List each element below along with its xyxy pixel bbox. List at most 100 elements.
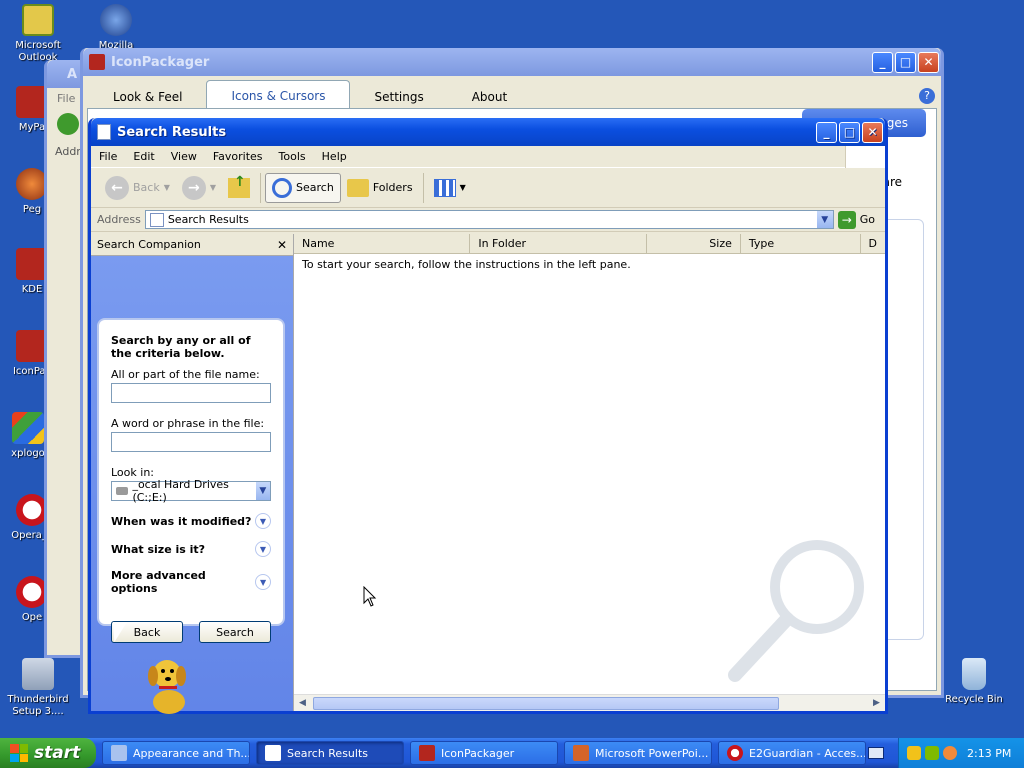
- folders-button[interactable]: Folders: [341, 175, 419, 201]
- search-window-icon: [97, 124, 111, 140]
- toolbar: ← Back ▼ → ▼ ↑ Search Folders ▼: [91, 168, 885, 208]
- menu-file[interactable]: File: [91, 150, 125, 163]
- modified-option[interactable]: When was it modified? ▼: [111, 513, 271, 529]
- address-input[interactable]: Search Results ▼: [144, 210, 834, 229]
- tab-look-and-feel[interactable]: Look & Feel: [89, 84, 206, 110]
- phrase-label: A word or phrase in the file:: [111, 417, 265, 430]
- taskbar-item-powerpoint[interactable]: Microsoft PowerPoi...: [564, 741, 712, 765]
- tab-settings[interactable]: Settings: [350, 84, 447, 110]
- recycle-bin-icon: [962, 658, 986, 690]
- keyboard-icon[interactable]: [868, 747, 884, 759]
- iconpackager-app-icon: [89, 54, 105, 70]
- views-button[interactable]: ▼: [428, 175, 472, 201]
- maximize-button[interactable]: □: [839, 121, 860, 143]
- appearance-back-icon[interactable]: [57, 113, 79, 135]
- column-type[interactable]: Type: [741, 234, 861, 253]
- close-icon[interactable]: ✕: [277, 238, 287, 252]
- file-name-label: All or part of the file name:: [111, 368, 260, 381]
- search-criteria-panel: Search by any or all of the criteria bel…: [97, 318, 285, 643]
- xplogo-icon: [12, 412, 44, 444]
- minimize-button[interactable]: _: [816, 121, 837, 143]
- opera-icon: [727, 745, 743, 761]
- search-heading: Search by any or all of the criteria bel…: [111, 334, 251, 360]
- maximize-button[interactable]: □: [895, 51, 916, 73]
- chevron-down-icon[interactable]: ▼: [255, 482, 270, 500]
- tab-about[interactable]: About: [448, 84, 531, 110]
- thunderbird-setup-icon: [22, 658, 54, 690]
- iconpackager-titlebar[interactable]: IconPackager _ □ ✕: [83, 48, 941, 76]
- menu-view[interactable]: View: [163, 150, 205, 163]
- expand-chevron-icon[interactable]: ▼: [255, 541, 271, 557]
- security-shield-icon[interactable]: [907, 746, 921, 760]
- column-size[interactable]: Size: [647, 234, 741, 253]
- desktop-icon-mozilla[interactable]: Mozilla: [78, 4, 154, 48]
- toolbar-separator: [422, 172, 424, 203]
- hard-drive-icon: [116, 487, 129, 495]
- scrollbar-thumb[interactable]: [313, 696, 779, 710]
- taskbar-item-iconpackager[interactable]: IconPackager: [410, 741, 558, 765]
- iconpackager-tabs: Look & Feel Icons & Cursors Settings Abo…: [89, 80, 935, 110]
- search-icon[interactable]: [943, 746, 957, 760]
- forward-button[interactable]: → ▼: [176, 172, 222, 204]
- expand-chevron-icon[interactable]: ▼: [255, 574, 271, 590]
- search-results-window[interactable]: Search Results _ □ ✕ File Edit View Favo…: [88, 118, 888, 714]
- back-button[interactable]: ← Back ▼: [99, 172, 176, 204]
- taskbar-item-e2guardian[interactable]: E2Guardian - Acces...: [718, 741, 866, 765]
- forward-arrow-icon: →: [181, 175, 206, 200]
- start-button[interactable]: start: [0, 738, 96, 768]
- views-icon: [433, 178, 456, 197]
- menu-bar: File Edit View Favorites Tools Help: [91, 146, 885, 168]
- taskbar: start Appearance and Th... Search Result…: [0, 738, 1024, 768]
- scroll-right-icon[interactable]: ▶: [868, 695, 885, 712]
- column-name[interactable]: Name: [294, 234, 471, 253]
- chevron-down-icon: ▼: [209, 183, 217, 192]
- up-folder-button[interactable]: ↑: [222, 174, 256, 202]
- taskbar-item-search-results[interactable]: Search Results: [256, 741, 404, 765]
- size-option[interactable]: What size is it? ▼: [111, 541, 271, 557]
- menu-help[interactable]: Help: [314, 150, 355, 163]
- tab-icons-and-cursors[interactable]: Icons & Cursors: [206, 80, 351, 110]
- menu-tools[interactable]: Tools: [271, 150, 314, 163]
- outlook-icon: [22, 4, 54, 36]
- results-pane[interactable]: Name In Folder Size Type D To start your…: [293, 234, 885, 711]
- horizontal-scrollbar[interactable]: ◀ ▶: [294, 694, 885, 711]
- scroll-left-icon[interactable]: ◀: [294, 695, 311, 712]
- back-arrow-icon: ←: [105, 175, 129, 200]
- search-titlebar[interactable]: Search Results _ □ ✕: [91, 118, 885, 146]
- address-label: Address: [97, 213, 141, 226]
- clock[interactable]: 2:13 PM: [967, 747, 1011, 760]
- desktop-icon-thunderbird[interactable]: Thunderbird Setup 3....: [0, 658, 76, 718]
- chevron-down-icon: ▼: [459, 183, 466, 192]
- expand-chevron-icon[interactable]: ▼: [255, 513, 271, 529]
- taskbar-item-appearance[interactable]: Appearance and Th...: [102, 741, 250, 765]
- search-companion-title: Search Companion: [97, 238, 201, 251]
- close-button[interactable]: ✕: [918, 51, 939, 73]
- desktop-icon-recycle-bin[interactable]: Recycle Bin: [936, 658, 1012, 706]
- look-in-select[interactable]: _ocal Hard Drives (C:;E:) ▼: [111, 478, 271, 504]
- advanced-option[interactable]: More advanced options ▼: [111, 569, 271, 595]
- minimize-button[interactable]: _: [872, 51, 893, 73]
- column-in-folder[interactable]: In Folder: [470, 234, 647, 253]
- search-icon: [272, 177, 293, 198]
- menu-edit[interactable]: Edit: [125, 150, 162, 163]
- address-bar: Address Search Results ▼ → Go: [91, 208, 885, 232]
- desktop-icon-outlook[interactable]: Microsoft Outlook: [0, 4, 76, 64]
- search-results-icon: [265, 745, 281, 761]
- window-title: A: [67, 66, 78, 82]
- window-title: Search Results: [117, 124, 227, 140]
- panel-buttons: Back Search: [111, 621, 271, 643]
- system-tray: 2:13 PM: [898, 738, 1024, 768]
- column-date[interactable]: D: [861, 234, 885, 253]
- network-icon[interactable]: [925, 746, 939, 760]
- file-name-input[interactable]: [111, 383, 271, 403]
- phrase-input[interactable]: [111, 432, 271, 452]
- search-toggle-button[interactable]: Search: [265, 172, 341, 203]
- package-icon: [419, 745, 435, 761]
- go-button[interactable]: → Go: [837, 210, 885, 229]
- help-icon[interactable]: ?: [919, 88, 935, 104]
- chevron-down-icon[interactable]: ▼: [816, 211, 833, 228]
- mozilla-icon: [100, 4, 132, 36]
- close-button[interactable]: ✕: [862, 121, 883, 143]
- search-button[interactable]: Search: [199, 621, 271, 643]
- menu-favorites[interactable]: Favorites: [205, 150, 271, 163]
